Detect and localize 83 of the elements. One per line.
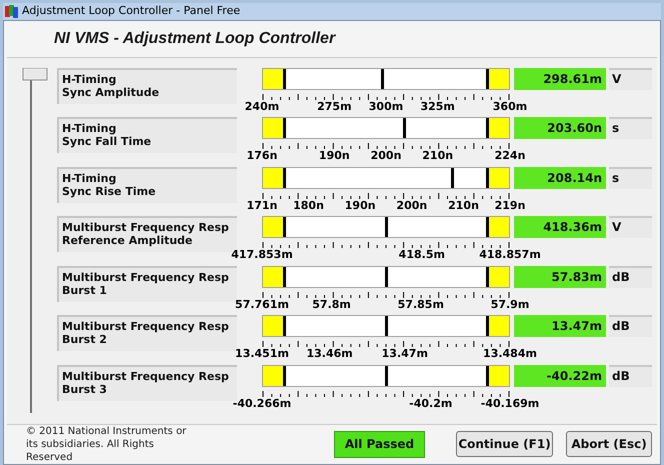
scale-label: 13.451m — [235, 347, 289, 360]
app-icon — [5, 4, 18, 18]
lower-limit-marker — [283, 266, 286, 287]
upper-limit-marker — [486, 168, 489, 188]
unit-display: s — [609, 117, 652, 140]
unit-display: s — [609, 166, 652, 189]
window-title: Adjustment Loop Controller - Panel Free — [22, 3, 240, 19]
scale-label: 210n — [422, 149, 454, 162]
scale-label: 180n — [293, 198, 324, 212]
measurement-label: H-Timing Sync Fall Time — [57, 117, 237, 154]
upper-limit-marker — [486, 118, 489, 138]
scale-label: -40.169m — [480, 397, 540, 410]
upper-limit-zone — [488, 217, 509, 238]
lower-limit-marker — [283, 366, 286, 386]
scale-label: 57.8m — [312, 298, 351, 311]
lower-limit-zone — [263, 266, 284, 287]
upper-limit-zone — [488, 316, 509, 336]
scale-label: 190n — [318, 149, 350, 162]
upper-limit-marker — [486, 68, 489, 88]
scale-label: 190n — [344, 198, 376, 212]
status-indicator: All Passed — [334, 430, 425, 458]
measurement-label: Multiburst Frequency Resp Burst 3 — [57, 365, 237, 402]
measurement-label: Multiburst Frequency Resp Burst 2 — [57, 315, 237, 352]
lower-limit-zone — [263, 118, 284, 138]
lower-limit-zone — [263, 168, 284, 188]
scale-label: 418.857m — [479, 248, 541, 262]
reading-display: 208.14n — [514, 166, 606, 189]
lower-limit-marker — [283, 217, 286, 238]
reading-display: 418.36m — [514, 216, 606, 238]
lower-limit-zone — [263, 316, 284, 336]
measurement-label: H-Timing Sync Rise Time — [57, 166, 237, 203]
scale-label: 360m — [492, 100, 528, 112]
scale-label: 300m — [368, 100, 404, 112]
upper-limit-marker — [486, 266, 489, 287]
scale-label: 13.46m — [306, 347, 353, 360]
upper-limit-marker — [486, 217, 489, 238]
reading-display: 57.83m — [514, 266, 606, 288]
scale-label: 200n — [396, 198, 428, 212]
scale-label: 13.47m — [382, 347, 428, 360]
scale-label: 57.85m — [398, 298, 444, 311]
lower-limit-marker — [283, 68, 286, 88]
unit-display: dB — [609, 266, 652, 288]
upper-limit-zone — [488, 168, 509, 188]
lower-limit-zone — [263, 217, 284, 238]
unit-display: V — [609, 68, 652, 90]
copyright-text: © 2011 National Instruments or its subsidiaries. All Rights Reserved — [25, 424, 188, 464]
scale-label: 176n — [246, 149, 278, 162]
measurement-label: Multiburst Frequency Resp Burst 1 — [57, 266, 237, 302]
scale-label: -40.2m — [409, 397, 452, 410]
scale-label: 325m — [420, 100, 455, 112]
scale-label: 275m — [317, 100, 352, 112]
upper-limit-zone — [488, 366, 509, 386]
reading-display: 203.60n — [514, 117, 606, 140]
scale-label: 57.9m — [490, 298, 530, 311]
continue-button[interactable]: Continue (F1) — [456, 431, 553, 457]
unit-display: V — [609, 216, 652, 238]
measurement-label: H-Timing Sync Amplitude — [57, 68, 237, 104]
scale-label: 210n — [448, 198, 479, 212]
reading-display: -40.22m — [514, 365, 606, 388]
upper-limit-zone — [488, 266, 509, 287]
reading-display: 298.61m — [514, 68, 606, 90]
upper-limit-zone — [488, 118, 509, 138]
abort-button[interactable]: Abort (Esc) — [566, 431, 652, 457]
scale-label: 57.761m — [235, 298, 289, 311]
reading-display: 13.47m — [514, 315, 606, 338]
upper-limit-marker — [486, 316, 489, 336]
lower-limit-zone — [263, 68, 284, 88]
scale-label: 219n — [494, 198, 526, 212]
unit-display: dB — [609, 315, 652, 338]
scale-label: 240m — [244, 100, 280, 112]
scale-label: 418.5m — [398, 248, 445, 262]
lower-limit-zone — [263, 366, 284, 386]
scale-label: 200n — [370, 149, 402, 162]
lower-limit-marker — [283, 316, 286, 336]
lower-limit-marker — [283, 168, 286, 188]
panel-heading: NI VMS - Adjustment Loop Controller — [53, 28, 337, 48]
scale-label: 171n — [246, 198, 278, 212]
scale-label: 13.484m — [483, 347, 537, 360]
upper-limit-zone — [488, 68, 509, 88]
upper-limit-marker — [486, 366, 489, 386]
scale-label: 224n — [494, 149, 526, 162]
unit-display: dB — [609, 365, 652, 388]
lower-limit-marker — [283, 118, 286, 138]
